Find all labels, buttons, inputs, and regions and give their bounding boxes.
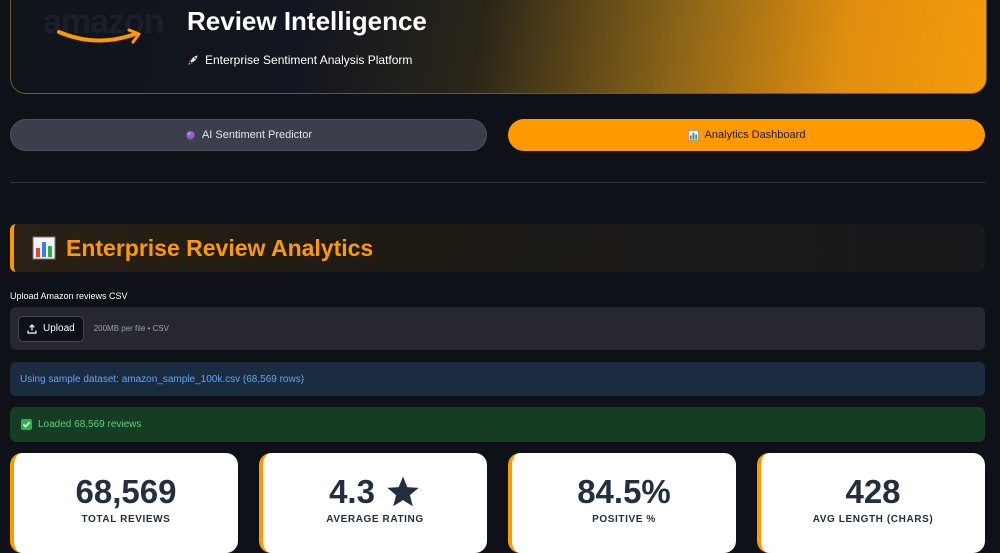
upload-icon xyxy=(27,323,37,334)
tab-label: Analytics Dashboard xyxy=(704,129,806,141)
metric-label: TOTAL REVIEWS xyxy=(81,514,171,525)
upload-button-label: Upload xyxy=(43,323,75,334)
metric-value: 68,569 xyxy=(75,473,177,510)
metric-label: AVERAGE RATING xyxy=(326,514,424,525)
metric-card-positive-percent: 84.5% POSITIVE % xyxy=(508,453,736,553)
rocket-icon xyxy=(188,55,198,65)
metric-card-total-reviews: 68,569 TOTAL REVIEWS xyxy=(10,453,238,553)
upload-hint: 200MB per file • CSV xyxy=(93,324,169,333)
star-icon xyxy=(387,476,419,507)
metric-label: AVG LENGTH (CHARS) xyxy=(812,514,934,525)
page-title: Review Intelligence xyxy=(187,6,427,36)
info-alert-text: Using sample dataset: amazon_sample_100k… xyxy=(20,373,305,385)
section-title: Enterprise Review Analytics xyxy=(66,234,374,261)
tab-analytics-dashboard[interactable]: Analytics Dashboard xyxy=(508,119,985,151)
metric-card-average-rating: 4.3 AVERAGE RATING xyxy=(259,453,487,553)
check-icon xyxy=(21,419,32,430)
metric-label: POSITIVE % xyxy=(592,514,656,525)
metric-value: 428 xyxy=(845,473,901,510)
bar-chart-icon xyxy=(687,129,699,141)
crystal-ball-icon xyxy=(186,130,195,141)
hero-banner: amazon Review Intelligence Enterprise Se… xyxy=(10,0,987,94)
tab-label: AI Sentiment Predictor xyxy=(201,129,313,141)
amazon-smile-icon xyxy=(57,28,141,44)
success-alert-text: Loaded 68,569 reviews xyxy=(38,419,142,430)
info-alert: Using sample dataset: amazon_sample_100k… xyxy=(10,362,985,396)
success-alert: Loaded 68,569 reviews xyxy=(10,407,985,442)
upload-button[interactable]: Upload xyxy=(18,315,84,342)
bar-chart-icon xyxy=(32,236,56,260)
tab-ai-sentiment-predictor[interactable]: AI Sentiment Predictor xyxy=(10,119,487,151)
metric-value: 84.5% xyxy=(577,473,671,510)
file-uploader-dropzone[interactable]: Upload 200MB per file • CSV xyxy=(10,307,985,350)
page-subtitle: Enterprise Sentiment Analysis Platform xyxy=(187,53,412,67)
section-header: Enterprise Review Analytics xyxy=(10,224,985,272)
upload-label: Upload Amazon reviews CSV xyxy=(10,291,128,301)
metric-value: 4.3 xyxy=(263,473,487,511)
subtitle-text: Enterprise Sentiment Analysis Platform xyxy=(205,53,413,67)
divider xyxy=(10,182,985,183)
metric-card-avg-length: 428 AVG LENGTH (CHARS) xyxy=(757,453,985,553)
